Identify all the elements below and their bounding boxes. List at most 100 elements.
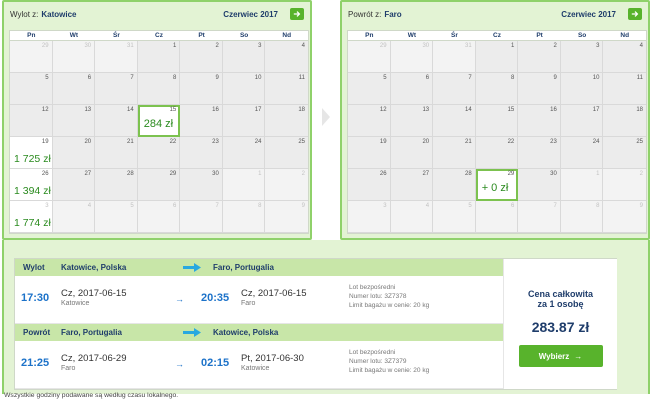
day-cell: 8 (560, 201, 604, 233)
leg-from: Faro, Portugalia (61, 328, 122, 337)
day-number: 17 (592, 107, 600, 113)
day-number: 5 (468, 203, 472, 209)
day-cell: 2 (180, 41, 223, 73)
day-cell: 25 (265, 137, 308, 169)
day-number: 5 (383, 75, 387, 81)
weekday-label: Pt (536, 32, 543, 39)
day-number: 2 (639, 171, 643, 177)
day-cell: 8 (475, 73, 519, 105)
summary-box: Wylot Katowice, Polska Faro, Portugalia … (14, 258, 617, 390)
day-number: 2 (215, 43, 219, 49)
leg-to: Katowice, Polska (213, 328, 279, 337)
day-number: 26 (379, 171, 387, 177)
arrival-time: 02:15 (201, 357, 230, 369)
day-cell: 6 (137, 201, 181, 233)
day-number: 19 (379, 139, 387, 145)
day-number: 23 (550, 139, 557, 145)
flight-info: Lot bezpośredni Numer lotu: 3Z7379 Limit… (349, 348, 429, 375)
day-cell: 4 (603, 41, 646, 73)
total-label: Cena całkowita (527, 289, 594, 299)
return-month: Czerwiec 2017 (561, 9, 616, 19)
outbound-city: Katowice (41, 9, 77, 19)
plane-arrow-icon (183, 263, 213, 272)
day-cell: 1 (137, 41, 181, 73)
departure-time: 21:25 (21, 357, 50, 369)
day-cell: 8 (222, 201, 266, 233)
day-price: 1 394 zł (14, 185, 51, 197)
arrival-city: Katowice (241, 365, 270, 372)
day-number: 9 (215, 75, 219, 81)
calendar-days: 29 30 31 1 2 3 4 5 6 7 8 9 10 11 12 13 14 15 284 zł 16 17 18 1… (10, 41, 308, 233)
day-cell: 29 (348, 41, 391, 73)
day-number: 1 (596, 171, 600, 177)
flight-type: Lot bezpośredni (349, 349, 396, 356)
outbound-leg-header: Wylot Katowice, Polska Faro, Portugalia (15, 259, 503, 276)
arrow-right-icon (293, 11, 301, 17)
day-number: 3 (45, 203, 49, 209)
day-number: 3 (596, 43, 600, 49)
flight-type: Lot bezpośredni (349, 284, 396, 291)
day-number: 6 (172, 203, 177, 209)
day-number: 7 (130, 75, 134, 81)
next-month-button[interactable] (628, 8, 642, 20)
flight-legs: Wylot Katowice, Polska Faro, Portugalia … (15, 259, 503, 389)
day-cell: 13 (52, 105, 96, 137)
day-number: 6 (510, 203, 515, 209)
day-cell: 17 (222, 105, 266, 137)
day-cell[interactable]: 3 1 774 zł (10, 201, 53, 233)
selected-day-cell[interactable]: 29 + 0 zł (475, 169, 519, 201)
timezone-note: Wszystkie godziny podawane są według cza… (4, 392, 179, 399)
weekday-label: Wt (407, 32, 416, 39)
next-month-button[interactable] (290, 8, 304, 20)
chevron-right-icon (322, 108, 330, 126)
day-cell: 21 (95, 137, 138, 169)
outbound-month: Czerwiec 2017 (223, 9, 278, 19)
outbound-calendar: Wylot z: Katowice Czerwiec 2017 Pn Wt Śr Cz… (2, 0, 312, 240)
day-cell: 12 (10, 105, 53, 137)
weekday-label: Cz (155, 32, 163, 39)
day-number: 30 (422, 43, 430, 49)
day-cell: 14 (433, 105, 476, 137)
day-number: 8 (510, 75, 515, 81)
selected-day-cell[interactable]: 15 284 zł (137, 105, 181, 137)
day-number: 5 (130, 203, 134, 209)
day-cell: 15 (475, 105, 519, 137)
day-number: 8 (258, 203, 262, 209)
day-cell: 30 (52, 41, 96, 73)
return-city: Faro (384, 9, 402, 19)
day-number: 23 (212, 139, 219, 145)
day-number: 29 (41, 43, 49, 49)
day-number: 31 (127, 43, 134, 49)
day-number: 7 (553, 203, 557, 209)
day-number: 27 (84, 171, 92, 177)
day-cell: 4 (52, 201, 96, 233)
leg-kind: Powrót (23, 328, 51, 337)
day-price: 284 zł (143, 118, 174, 130)
day-cell: 9 (265, 201, 308, 233)
day-cell: 31 (433, 41, 476, 73)
flight-summary: Wylot Katowice, Polska Faro, Portugalia … (2, 240, 650, 394)
day-number: 21 (127, 139, 134, 145)
day-number: 29 (379, 43, 387, 49)
plane-arrow-icon (183, 328, 213, 337)
day-number: 16 (212, 107, 219, 113)
day-number: 18 (298, 107, 305, 113)
day-number: 10 (254, 75, 262, 81)
weekday-label: Nd (282, 32, 292, 39)
day-number: 14 (127, 107, 134, 113)
day-cell[interactable]: 26 1 394 zł (10, 169, 53, 201)
weekday-label: Pt (198, 32, 205, 39)
day-number: 4 (639, 43, 643, 49)
day-cell: 12 (348, 105, 391, 137)
day-cell[interactable]: 19 1 725 zł (10, 137, 53, 169)
day-cell: 19 (348, 137, 391, 169)
day-number: 9 (553, 75, 557, 81)
day-cell: 31 (95, 41, 138, 73)
day-number: 20 (84, 139, 92, 145)
arrow-right-icon: → (175, 294, 184, 304)
day-cell: 29 (10, 41, 53, 73)
day-number: 4 (87, 203, 92, 209)
select-button[interactable]: Wybierz → (518, 345, 603, 367)
day-number: 8 (172, 75, 177, 81)
calendar-days: 29 30 31 1 2 3 4 5 6 7 8 9 10 11 12 13 14 15 16 17 18 19 20 21 2… (348, 41, 646, 233)
